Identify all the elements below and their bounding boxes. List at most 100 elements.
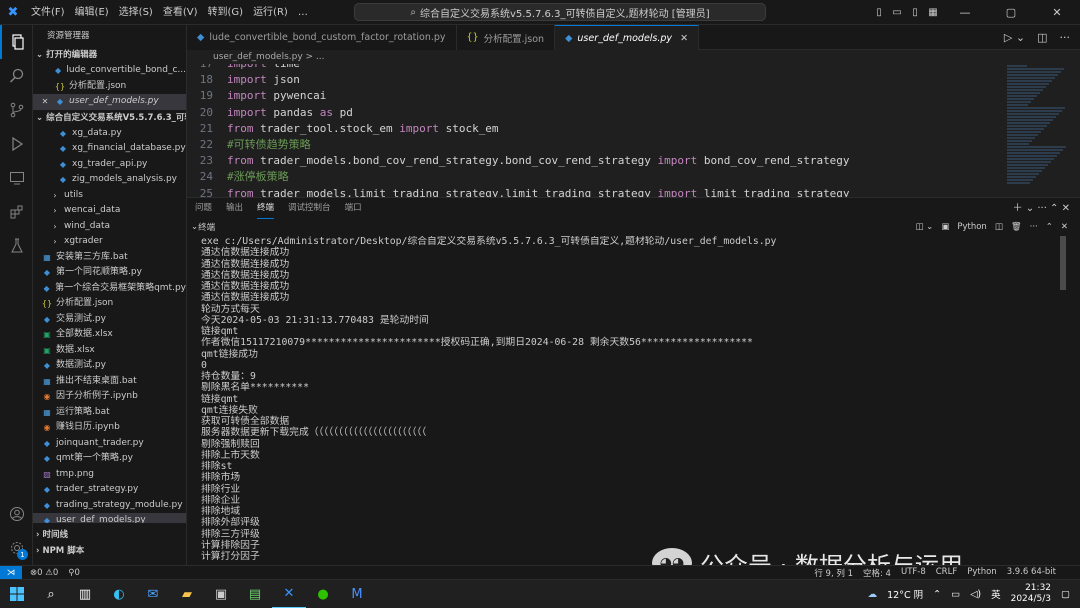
workspace-folder-section[interactable]: ⌄ 综合自定义交易系统V5.5.7.6.3_可转... bbox=[33, 110, 186, 126]
extensions-icon[interactable] bbox=[0, 195, 33, 229]
file-item[interactable]: ◆ trader_strategy.py bbox=[33, 482, 186, 498]
terminal-app-icon[interactable]: ▤ bbox=[238, 580, 272, 608]
app-m-icon[interactable]: M bbox=[340, 580, 374, 608]
folder-item[interactable]: › xgtrader bbox=[33, 234, 186, 250]
toggle-panel-icon[interactable]: ▭ bbox=[888, 7, 906, 18]
file-item[interactable]: {} 分析配置.json bbox=[33, 79, 186, 95]
account-icon[interactable] bbox=[0, 497, 33, 531]
clock[interactable]: 21:32 2024/5/3 bbox=[1011, 583, 1051, 605]
minimap[interactable] bbox=[1005, 64, 1073, 197]
wechat-icon[interactable]: ● bbox=[306, 580, 340, 608]
maximize-button[interactable]: ▢ bbox=[988, 6, 1034, 19]
panel-tab[interactable]: 端口 bbox=[345, 198, 362, 219]
vscode-taskbar-icon[interactable]: ✕ bbox=[272, 580, 306, 608]
explorer-icon[interactable] bbox=[0, 25, 33, 59]
remote-indicator-icon[interactable]: ⋊ bbox=[0, 565, 22, 580]
npm-scripts-section[interactable]: › NPM 脚本 bbox=[33, 543, 186, 559]
file-item[interactable]: ▣ 数据.xlsx bbox=[33, 343, 186, 359]
folder-item[interactable]: › wind_data bbox=[33, 219, 186, 235]
file-item[interactable]: ◆ joinquant_trader.py bbox=[33, 436, 186, 452]
terminal-scrollbar[interactable] bbox=[1060, 236, 1066, 290]
panel-tab[interactable]: 问题 bbox=[195, 198, 212, 219]
toggle-secondary-sidebar-icon[interactable]: ▯ bbox=[906, 7, 924, 18]
command-center-search[interactable]: ⌕ 综合自定义交易系统v5.5.7.6.3_可转债自定义,题材轮动 [管理员] bbox=[354, 3, 766, 21]
split-icon[interactable]: ◫ bbox=[995, 222, 1003, 232]
network-icon[interactable]: ▭ bbox=[951, 589, 960, 600]
breadcrumb[interactable]: user_def_models.py > ... bbox=[187, 50, 1080, 64]
file-item[interactable]: ◆ user_def_models.py bbox=[33, 513, 186, 523]
tray-chevron-icon[interactable]: ⌃ bbox=[933, 589, 941, 600]
store-icon[interactable]: ▣ bbox=[204, 580, 238, 608]
open-editors-section[interactable]: ⌄ 打开的编辑器 bbox=[33, 47, 186, 63]
minimize-button[interactable]: — bbox=[942, 6, 988, 19]
source-control-icon[interactable] bbox=[0, 93, 33, 127]
folder-item[interactable]: › utils bbox=[33, 188, 186, 204]
menu-item[interactable]: 转到(G) bbox=[203, 0, 249, 25]
file-item[interactable]: ◆ 第一个综合交易框架策略qmt.py bbox=[33, 281, 186, 297]
shell-name[interactable]: Python bbox=[957, 222, 986, 232]
search-icon[interactable]: ⌕ bbox=[34, 580, 68, 608]
python-version[interactable]: 3.9.6 64-bit bbox=[1007, 567, 1056, 579]
file-item[interactable]: ◆ 第一个同花顺策略.py bbox=[33, 265, 186, 281]
notification-icon[interactable]: ▢ bbox=[1061, 589, 1070, 600]
toggle-sidebar-icon[interactable]: ▯ bbox=[870, 7, 888, 18]
split-editor-icon[interactable]: ◫ bbox=[1037, 31, 1047, 44]
file-explorer-icon[interactable]: ▰ bbox=[170, 580, 204, 608]
customize-layout-icon[interactable]: ▦ bbox=[924, 7, 942, 18]
menu-item[interactable]: 查看(V) bbox=[158, 0, 203, 25]
file-item[interactable]: ◆ trading_strategy_module.py bbox=[33, 498, 186, 514]
editor-tab[interactable]: ◆ lude_convertible_bond_custom_factor_rot… bbox=[187, 25, 457, 50]
close-window-button[interactable]: ✕ bbox=[1034, 6, 1080, 19]
file-item[interactable]: ◆ xg_financial_database.py bbox=[33, 141, 186, 157]
maximize-panel-icon[interactable]: ⌃ bbox=[1046, 222, 1053, 232]
panel-tab[interactable]: 终端 bbox=[257, 198, 275, 219]
file-item[interactable]: ▦ 推出不结束桌面.bat bbox=[33, 374, 186, 390]
file-item[interactable]: ▦ 运行策略.bat bbox=[33, 405, 186, 421]
language-mode[interactable]: Python bbox=[967, 567, 996, 579]
file-item[interactable]: ◆ 数据测试.py bbox=[33, 358, 186, 374]
menu-item[interactable]: 选择(S) bbox=[114, 0, 158, 25]
edge-browser-icon[interactable]: ◐ bbox=[102, 580, 136, 608]
more-actions-icon[interactable]: ··· bbox=[1060, 31, 1071, 44]
file-item[interactable]: ▦ 安装第三方库.bat bbox=[33, 250, 186, 266]
trash-icon[interactable]: 🗑 bbox=[1011, 222, 1022, 232]
weather-icon[interactable]: ☁ bbox=[868, 589, 878, 600]
encoding[interactable]: UTF-8 bbox=[901, 567, 926, 579]
folder-item[interactable]: › wencai_data bbox=[33, 203, 186, 219]
close-panel-icon[interactable]: ✕ bbox=[1061, 222, 1068, 232]
file-item[interactable]: ✕ ◆ user_def_models.py bbox=[33, 94, 186, 110]
remote-explorer-icon[interactable] bbox=[0, 161, 33, 195]
panel-actions[interactable]: ＋ ⌄ ··· ⌃ ✕ bbox=[1013, 198, 1070, 219]
manage-gear-icon[interactable]: 1 bbox=[0, 531, 33, 565]
file-item[interactable]: ◆ zig_models_analysis.py bbox=[33, 172, 186, 188]
run-python-icon[interactable]: ▷ ⌄ bbox=[1004, 31, 1025, 44]
run-debug-icon[interactable] bbox=[0, 127, 33, 161]
file-item[interactable]: {} 分析配置.json bbox=[33, 296, 186, 312]
indentation[interactable]: 空格: 4 bbox=[863, 567, 891, 579]
menu-item[interactable]: 编辑(E) bbox=[70, 0, 114, 25]
chevron-down-icon[interactable]: ⌄ bbox=[191, 222, 198, 232]
volume-icon[interactable]: ◁) bbox=[970, 589, 981, 600]
cursor-position[interactable]: 行 9, 列 1 bbox=[814, 567, 853, 579]
menu-item[interactable]: 运行(R) bbox=[248, 0, 293, 25]
split-terminal-icon[interactable]: ◫ ⌄ bbox=[915, 222, 933, 232]
task-view-icon[interactable]: ▥ bbox=[68, 580, 102, 608]
editor-tab[interactable]: ◆ user_def_models.py ✕ bbox=[555, 25, 700, 50]
ports-count[interactable]: ⚲0 bbox=[68, 568, 80, 578]
file-item[interactable]: ◆ xg_trader_api.py bbox=[33, 157, 186, 173]
eol[interactable]: CRLF bbox=[936, 567, 957, 579]
ime-indicator[interactable]: 英 bbox=[991, 587, 1001, 601]
mail-icon[interactable]: ✉ bbox=[136, 580, 170, 608]
file-item[interactable]: ◉ 赚钱日历.ipynb bbox=[33, 420, 186, 436]
file-item[interactable]: ◆ qmt第一个策略.py bbox=[33, 451, 186, 467]
file-item[interactable]: ◆ 交易测试.py bbox=[33, 312, 186, 328]
close-tab-icon[interactable]: ✕ bbox=[680, 33, 688, 44]
menu-item[interactable]: 文件(F) bbox=[26, 0, 70, 25]
panel-tab[interactable]: 调试控制台 bbox=[288, 198, 331, 219]
file-item[interactable]: ▨ tmp.png bbox=[33, 467, 186, 483]
windows-start-icon[interactable] bbox=[0, 580, 34, 608]
testing-flask-icon[interactable] bbox=[0, 229, 33, 263]
editor-tab[interactable]: {} 分析配置.json bbox=[456, 25, 556, 50]
menu-item[interactable]: … bbox=[293, 0, 313, 25]
timeline-section[interactable]: › 时间线 bbox=[33, 527, 186, 543]
